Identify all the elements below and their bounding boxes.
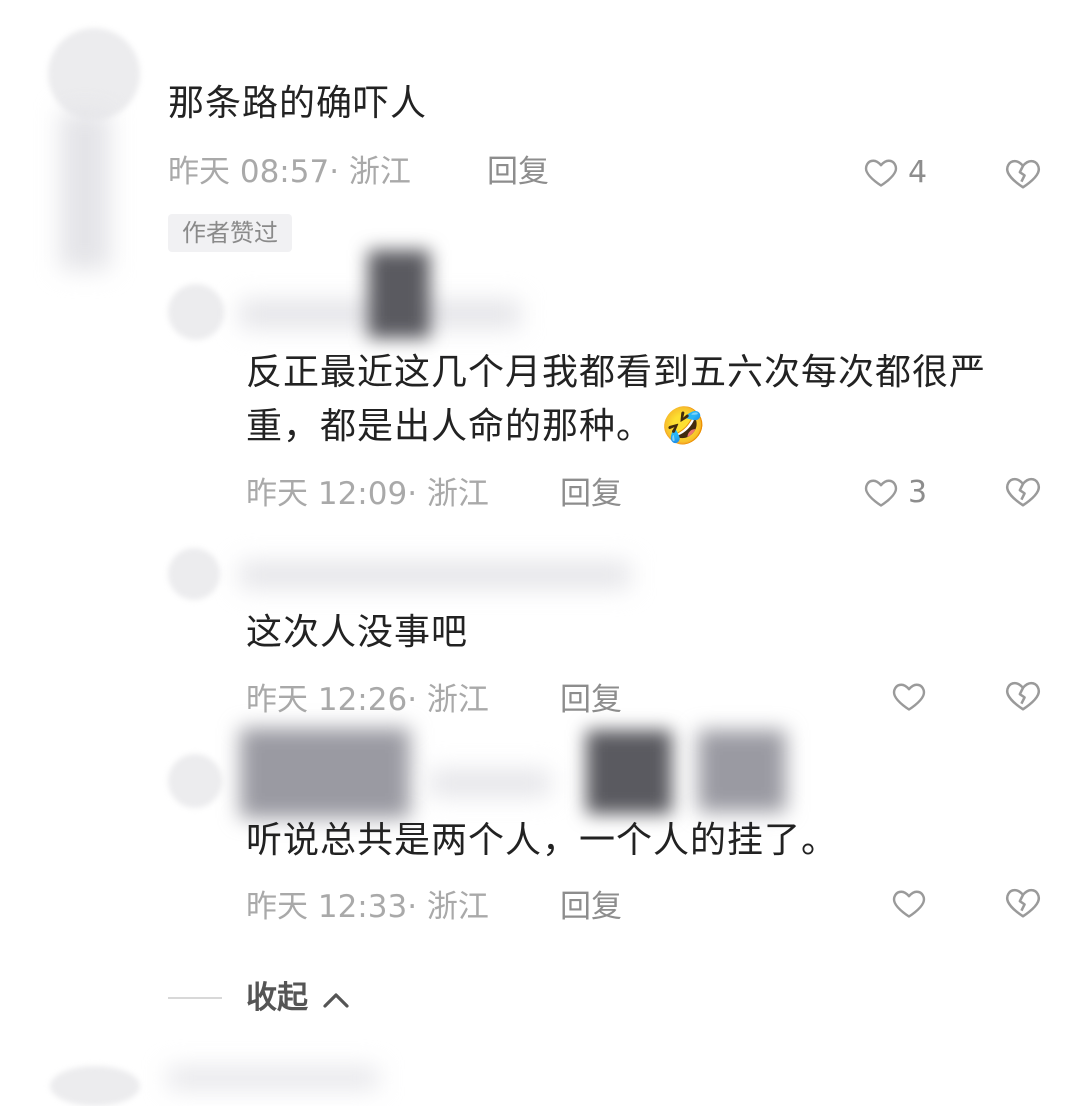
comment-time: 昨天 12:26 — [246, 682, 408, 718]
comment-text-content: 反正最近这几个月我都看到五六次每次都很严重，都是出人命的那种。 — [246, 352, 987, 447]
heart-outline-icon[interactable] — [862, 154, 900, 190]
broken-heart-icon[interactable] — [1003, 676, 1043, 714]
reply-button[interactable]: 回复 — [560, 680, 622, 720]
like-count: 3 — [908, 475, 928, 510]
broken-heart-icon[interactable] — [1003, 472, 1043, 510]
collapse-label: 收起 — [246, 980, 308, 1016]
laughing-emoji: 🤣 — [661, 406, 707, 447]
author-liked-badge: 作者赞过 — [168, 214, 292, 252]
blurred-area — [240, 728, 410, 818]
broken-heart-icon[interactable] — [1003, 154, 1043, 192]
meta-separator: · — [329, 154, 340, 190]
reply-button[interactable]: 回复 — [560, 887, 622, 927]
collapse-divider — [168, 997, 222, 999]
heart-outline-icon[interactable] — [890, 678, 928, 714]
meta-separator: · — [407, 476, 418, 512]
avatar[interactable] — [168, 284, 224, 340]
comment-location: 浙江 — [426, 682, 489, 718]
blurred-username — [430, 770, 550, 796]
comment-text: 反正最近这几个月我都看到五六次每次都很严重，都是出人命的那种。 🤣 — [246, 346, 1046, 454]
blurred-area — [698, 730, 786, 812]
comment-location: 浙江 — [426, 476, 489, 512]
meta-separator: · — [407, 682, 418, 718]
comment-time: 昨天 12:33 — [246, 889, 408, 925]
comment-text: 那条路的确吓人 — [168, 83, 428, 124]
comment-time: 昨天 08:57 — [168, 154, 330, 190]
comment-meta: 昨天 08:57· 浙江 — [168, 152, 411, 192]
reply-button[interactable]: 回复 — [560, 474, 622, 514]
blurred-area — [368, 250, 430, 338]
like-count: 4 — [908, 155, 928, 190]
blurred-area — [586, 730, 672, 814]
meta-separator: · — [407, 889, 418, 925]
avatar[interactable] — [48, 28, 140, 120]
broken-heart-icon[interactable] — [1003, 883, 1043, 921]
comment-text: 听说总共是两个人，一个人的挂了。 — [246, 820, 839, 861]
comment-location: 浙江 — [426, 889, 489, 925]
avatar[interactable] — [168, 548, 220, 600]
avatar[interactable] — [50, 1066, 140, 1106]
comment-meta: 昨天 12:33· 浙江 — [246, 887, 489, 927]
heart-outline-icon[interactable] — [890, 885, 928, 921]
chevron-up-icon — [321, 989, 351, 1011]
comment-text: 这次人没事吧 — [246, 612, 469, 653]
reply-button[interactable]: 回复 — [487, 152, 549, 192]
avatar[interactable] — [168, 754, 222, 808]
comment-location: 浙江 — [348, 154, 411, 190]
blurred-username — [240, 562, 630, 588]
blurred-area — [60, 110, 110, 270]
next-comment-preview — [168, 1068, 378, 1088]
heart-outline-icon[interactable] — [862, 474, 900, 510]
comment-time: 昨天 12:09 — [246, 476, 408, 512]
comment-meta: 昨天 12:26· 浙江 — [246, 680, 489, 720]
comment-meta: 昨天 12:09· 浙江 — [246, 474, 489, 514]
collapse-replies-button[interactable]: 收起 — [246, 978, 351, 1018]
